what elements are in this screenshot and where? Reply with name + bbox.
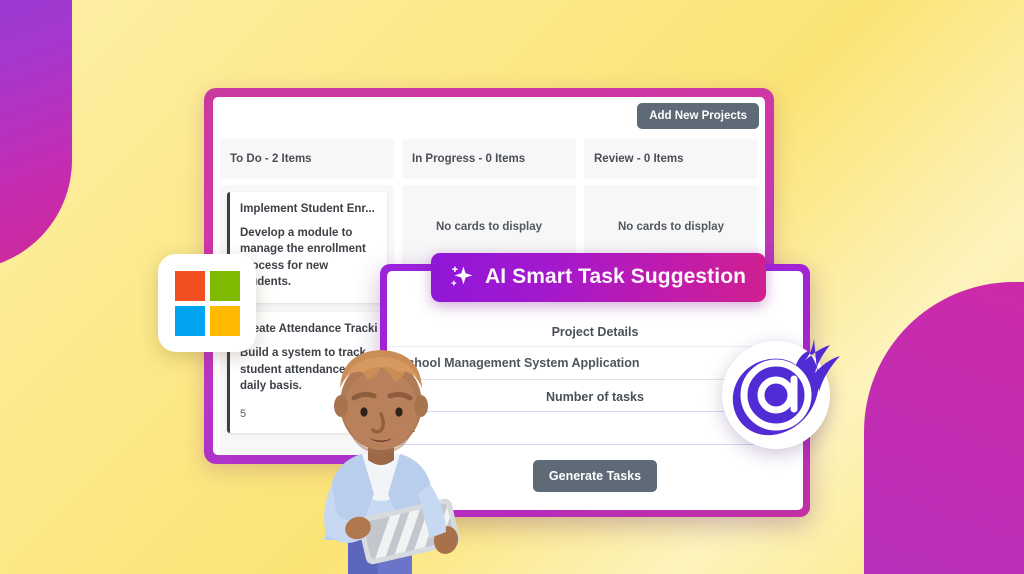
- sparkle-icon: [451, 266, 473, 286]
- empty-state-message: No cards to display: [617, 221, 725, 233]
- board-toolbar: Add New Projects: [213, 97, 765, 139]
- column-header-in-progress: In Progress - 0 Items: [402, 139, 576, 179]
- blazor-logo-badge: [722, 337, 848, 450]
- microsoft-square-blue: [174, 305, 205, 336]
- microsoft-square-red: [174, 270, 205, 301]
- column-header-review: Review - 0 Items: [584, 139, 758, 179]
- microsoft-logo-card: [158, 254, 256, 352]
- ai-dialog-header: AI Smart Task Suggestion: [431, 253, 767, 302]
- task-card-title: Implement Student Enr...: [240, 203, 375, 215]
- character-illustration: [324, 350, 460, 574]
- empty-state-message: No cards to display: [435, 221, 543, 233]
- generate-tasks-button[interactable]: Generate Tasks: [532, 460, 658, 492]
- column-header-todo: To Do - 2 Items: [220, 139, 394, 179]
- microsoft-square-green: [209, 270, 240, 301]
- ai-dialog-title: AI Smart Task Suggestion: [485, 265, 747, 288]
- blazor-logo: [732, 339, 840, 436]
- microsoft-square-yellow: [209, 305, 240, 336]
- decorative-blob-left: [0, 0, 72, 270]
- microsoft-logo: [174, 270, 240, 336]
- decorative-blob-right: [864, 282, 1024, 574]
- task-card-description: Develop a module to manage the enrollmen…: [240, 227, 366, 288]
- promo-banner-stage: Add New Projects To Do - 2 Items Impleme…: [0, 0, 1024, 574]
- add-new-projects-button[interactable]: Add New Projects: [637, 103, 759, 129]
